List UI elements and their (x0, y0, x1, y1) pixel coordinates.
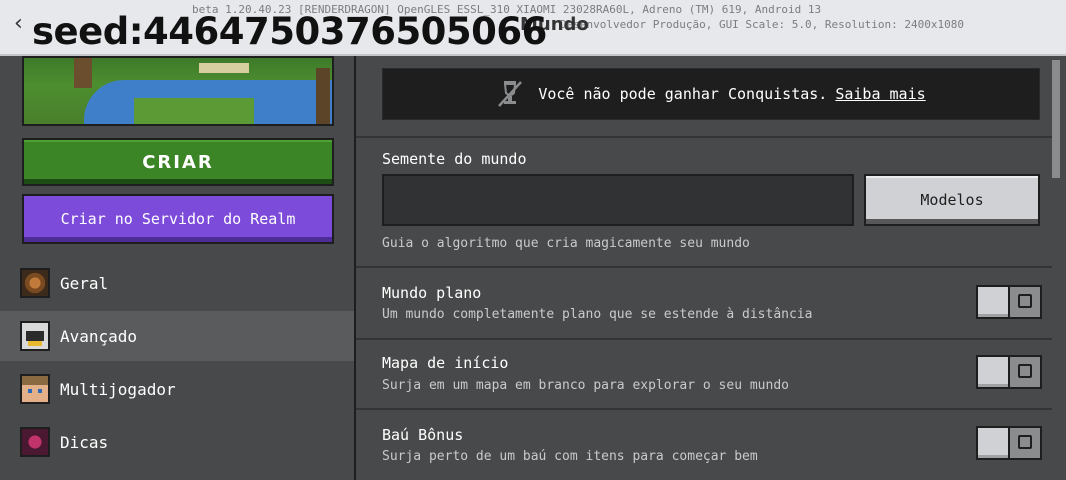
top-bar: ‹ beta 1.20.40.23 [RENDERDRAGON] OpenGLE… (0, 0, 1066, 56)
toggle-off-icon (1018, 294, 1032, 308)
toggle-off-icon (1018, 435, 1032, 449)
divider (356, 136, 1056, 138)
seed-input[interactable] (382, 174, 854, 226)
flat-world-title: Mundo plano (382, 284, 482, 302)
tips-block-icon (20, 427, 50, 457)
divider (356, 266, 1056, 268)
sidebar-item-avancado[interactable]: Avançado (0, 311, 354, 361)
toggle-off-icon (1018, 364, 1032, 378)
player-face-icon (20, 374, 50, 404)
learn-more-link[interactable]: Saiba mais (835, 85, 925, 103)
seed-hint: Guia o algoritmo que cria magicamente se… (382, 236, 750, 251)
seed-label: Semente do mundo (382, 150, 527, 168)
create-button[interactable]: CRIAR (22, 138, 334, 186)
bonus-chest-desc: Surja perto de um baú com itens para com… (382, 449, 758, 464)
bonus-chest-title: Baú Bônus (382, 426, 464, 444)
sidebar-item-dicas[interactable]: Dicas (0, 417, 354, 467)
sidebar-item-multijogador[interactable]: Multijogador (0, 364, 354, 414)
debug-info-line-2: Desenvolvedor Produção, GUI Scale: 5.0, … (560, 18, 964, 31)
settings-panel: Você não pode ganhar Conquistas. Saiba m… (354, 56, 1066, 480)
advanced-chest-icon (20, 321, 50, 351)
toggle-knob (978, 428, 1010, 458)
achievements-notice: Você não pode ganhar Conquistas. Saiba m… (382, 68, 1040, 120)
sidebar-item-label: Geral (60, 273, 109, 293)
scrollbar-thumb[interactable] (1052, 60, 1060, 178)
flat-world-toggle[interactable] (976, 285, 1042, 319)
divider (356, 338, 1056, 340)
achievements-notice-text: Você não pode ganhar Conquistas. (538, 85, 828, 103)
seed-overlay-text: seed:4464750376505066 (32, 10, 547, 53)
sidebar-item-label: Multijogador (60, 379, 176, 399)
create-on-realm-button[interactable]: Criar no Servidor do Realm (22, 194, 334, 244)
app-window: ‹ beta 1.20.40.23 [RENDERDRAGON] OpenGLE… (0, 0, 1066, 480)
flat-world-desc: Um mundo completamente plano que se este… (382, 307, 813, 322)
starting-map-toggle[interactable] (976, 355, 1042, 389)
sidebar-item-label: Avançado (60, 326, 138, 346)
world-thumbnail (22, 56, 334, 126)
sidebar-item-label: Dicas (60, 432, 109, 452)
sidebar: CRIAR Criar no Servidor do Realm Geral A… (0, 56, 354, 480)
sidebar-item-geral[interactable]: Geral (0, 258, 354, 308)
back-arrow-icon[interactable]: ‹ (14, 12, 28, 36)
starting-map-title: Mapa de início (382, 354, 509, 372)
divider (356, 408, 1056, 410)
gear-block-icon (20, 268, 50, 298)
starting-map-desc: Surja em um mapa em branco para explorar… (382, 378, 789, 393)
toggle-knob (978, 287, 1010, 317)
no-achievements-trophy-icon (498, 81, 523, 107)
templates-button[interactable]: Modelos (864, 174, 1040, 226)
toggle-knob (978, 357, 1010, 387)
bonus-chest-toggle[interactable] (976, 426, 1042, 460)
